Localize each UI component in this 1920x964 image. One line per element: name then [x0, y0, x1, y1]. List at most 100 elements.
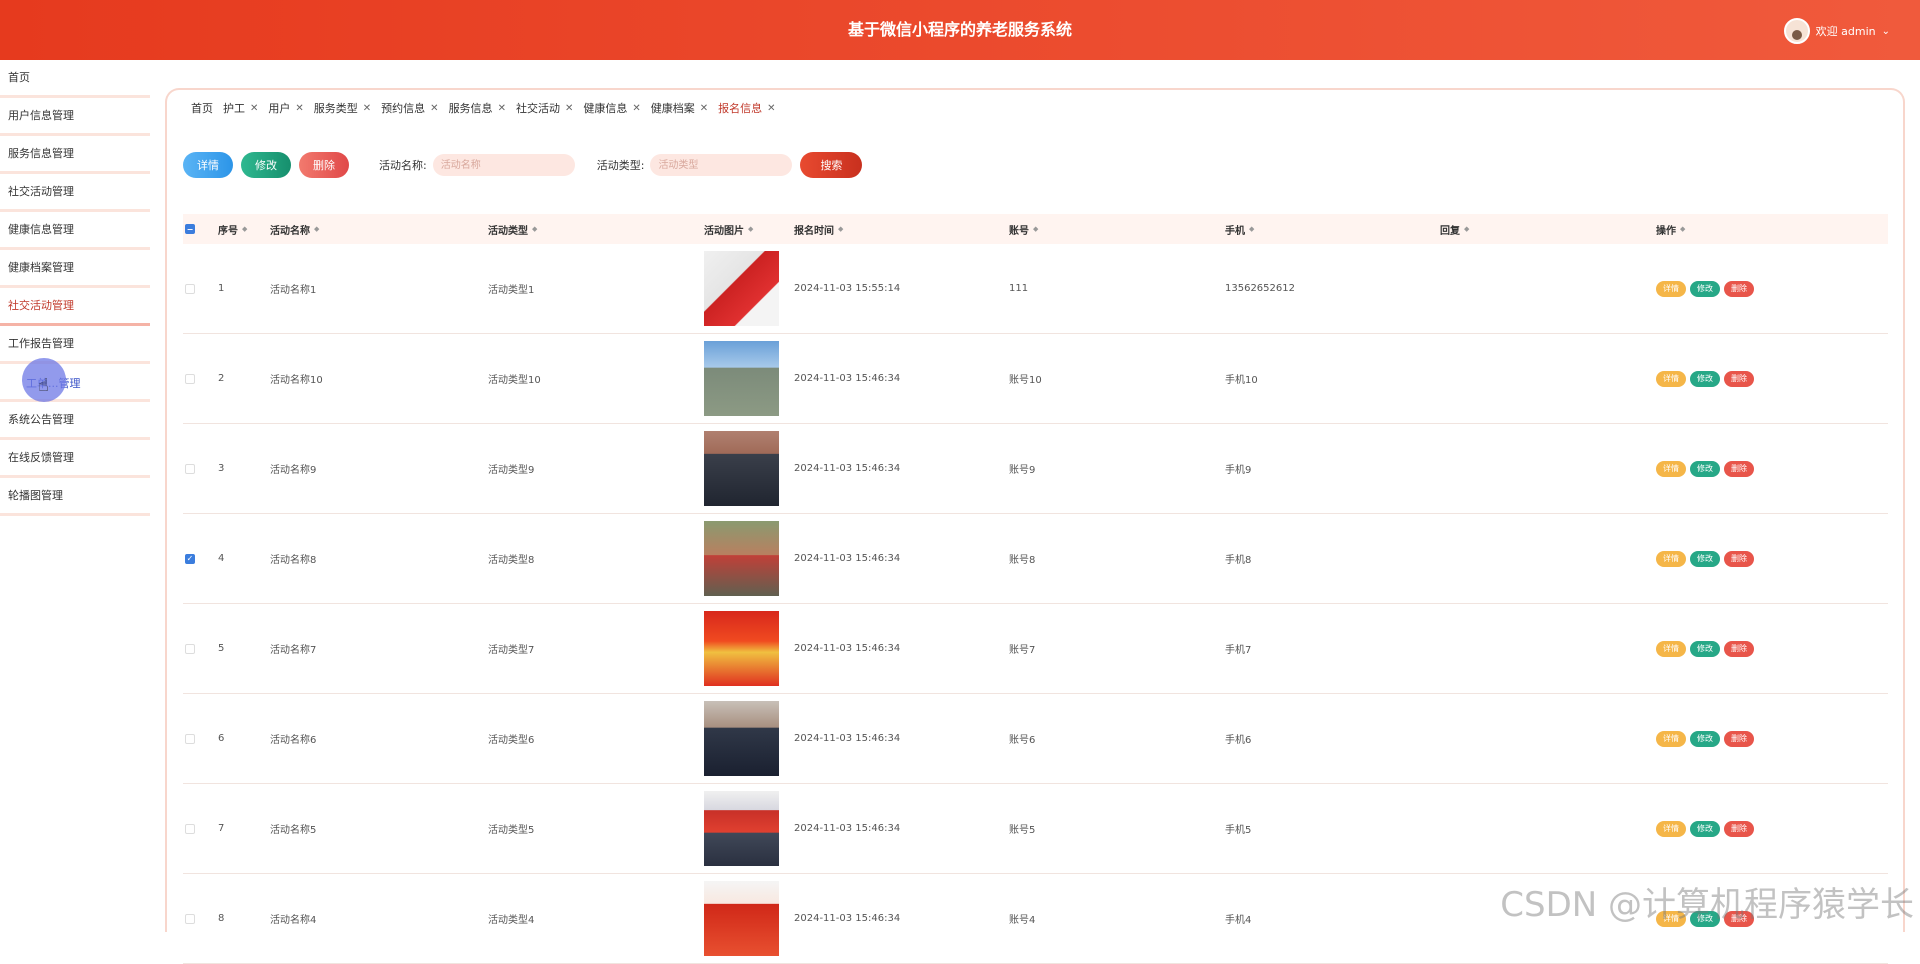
row-edit-button[interactable]: 修改: [1690, 551, 1720, 567]
row-detail-button[interactable]: 详情: [1656, 461, 1686, 477]
sidebar-item-health-info[interactable]: 健康信息管理: [0, 212, 150, 250]
col-header[interactable]: 手机◆: [1225, 222, 1440, 237]
sidebar-item-carousel[interactable]: 轮播图管理: [0, 478, 150, 516]
row-checkbox[interactable]: [185, 914, 195, 924]
tab-home[interactable]: 首页: [191, 100, 213, 116]
sort-icon[interactable]: ◆: [1249, 225, 1254, 233]
row-delete-button[interactable]: 删除: [1724, 821, 1754, 837]
sidebar-item-work-report[interactable]: 工作报告管理: [0, 326, 150, 364]
row-detail-button[interactable]: 详情: [1656, 821, 1686, 837]
col-header[interactable]: 操作◆: [1656, 222, 1856, 237]
sort-icon[interactable]: ◆: [748, 225, 753, 233]
detail-button[interactable]: 详情: [183, 152, 233, 178]
row-detail-button[interactable]: 详情: [1656, 281, 1686, 297]
row-checkbox[interactable]: ✓: [185, 554, 195, 564]
sort-icon[interactable]: ◆: [532, 225, 537, 233]
close-icon[interactable]: ✕: [632, 103, 640, 114]
row-checkbox[interactable]: [185, 284, 195, 294]
close-icon[interactable]: ✕: [498, 103, 506, 114]
row-detail-button[interactable]: 详情: [1656, 731, 1686, 747]
user-menu[interactable]: 欢迎 admin ⌄: [1784, 18, 1890, 44]
close-icon[interactable]: ✕: [295, 103, 303, 114]
search-button[interactable]: 搜索: [800, 152, 862, 178]
row-detail-button[interactable]: 详情: [1656, 641, 1686, 657]
activity-image[interactable]: [704, 431, 779, 506]
tab-social-activity[interactable]: 社交活动✕: [516, 100, 573, 116]
tab-health-record[interactable]: 健康档案✕: [651, 100, 708, 116]
sort-icon[interactable]: ◆: [1464, 225, 1469, 233]
row-edit-button[interactable]: 修改: [1690, 461, 1720, 477]
sort-icon[interactable]: ◆: [314, 225, 319, 233]
row-delete-button[interactable]: 删除: [1724, 731, 1754, 747]
row-edit-button[interactable]: 修改: [1690, 371, 1720, 387]
activity-image[interactable]: [704, 341, 779, 416]
tab-appointment[interactable]: 预约信息✕: [381, 100, 438, 116]
close-icon[interactable]: ✕: [767, 103, 775, 114]
row-delete-button[interactable]: 删除: [1724, 371, 1754, 387]
close-icon[interactable]: ✕: [363, 103, 371, 114]
chevron-down-icon[interactable]: ⌄: [1882, 26, 1890, 37]
sidebar-item-social-activity[interactable]: 社交活动管理: [0, 174, 150, 212]
row-checkbox[interactable]: [185, 824, 195, 834]
col-header[interactable]: 账号◆: [1009, 222, 1225, 237]
sidebar-item-announcement[interactable]: 系统公告管理: [0, 402, 150, 440]
row-checkbox[interactable]: [185, 734, 195, 744]
tab-service-type[interactable]: 服务类型✕: [314, 100, 371, 116]
activity-name-input[interactable]: [433, 154, 575, 176]
sidebar-item-feedback[interactable]: 在线反馈管理: [0, 440, 150, 478]
tab-health-info[interactable]: 健康信息✕: [583, 100, 640, 116]
table-row[interactable]: 2活动名称10活动类型102024-11-03 15:46:34账号10手机10…: [183, 334, 1888, 424]
sort-icon[interactable]: ◆: [242, 225, 247, 233]
table-row[interactable]: 1活动名称1活动类型12024-11-03 15:55:141111356265…: [183, 244, 1888, 334]
activity-image[interactable]: [704, 611, 779, 686]
row-checkbox[interactable]: [185, 374, 195, 384]
table-row[interactable]: 5活动名称7活动类型72024-11-03 15:46:34账号7手机7详情修改…: [183, 604, 1888, 694]
tab-service-info[interactable]: 服务信息✕: [449, 100, 506, 116]
tab-registration[interactable]: 报名信息✕: [718, 100, 775, 116]
activity-image[interactable]: [704, 251, 779, 326]
table-row[interactable]: 3活动名称9活动类型92024-11-03 15:46:34账号9手机9详情修改…: [183, 424, 1888, 514]
col-header[interactable]: 活动图片◆: [704, 222, 794, 237]
sidebar-item-user-info[interactable]: 用户信息管理: [0, 98, 150, 136]
row-detail-button[interactable]: 详情: [1656, 371, 1686, 387]
col-header[interactable]: 活动名称◆: [270, 222, 488, 237]
table-row[interactable]: 7活动名称5活动类型52024-11-03 15:46:34账号5手机5详情修改…: [183, 784, 1888, 874]
col-header[interactable]: 报名时间◆: [794, 222, 1009, 237]
row-edit-button[interactable]: 修改: [1690, 641, 1720, 657]
row-edit-button[interactable]: 修改: [1690, 281, 1720, 297]
activity-type-input[interactable]: [650, 154, 792, 176]
sidebar-item-work-order[interactable]: 工单...管理 ☝: [0, 364, 150, 402]
sort-icon[interactable]: ◆: [838, 225, 843, 233]
col-header[interactable]: 活动类型◆: [488, 222, 704, 237]
avatar[interactable]: [1784, 18, 1810, 44]
activity-image[interactable]: [704, 521, 779, 596]
close-icon[interactable]: ✕: [430, 103, 438, 114]
select-all-checkbox[interactable]: −: [185, 224, 195, 234]
edit-button[interactable]: 修改: [241, 152, 291, 178]
tab-user[interactable]: 用户✕: [268, 100, 303, 116]
table-row[interactable]: 6活动名称6活动类型62024-11-03 15:46:34账号6手机6详情修改…: [183, 694, 1888, 784]
row-edit-button[interactable]: 修改: [1690, 731, 1720, 747]
activity-image[interactable]: [704, 881, 779, 956]
delete-button[interactable]: 删除: [299, 152, 349, 178]
col-header[interactable]: 回复◆: [1440, 222, 1656, 237]
row-detail-button[interactable]: 详情: [1656, 551, 1686, 567]
row-delete-button[interactable]: 删除: [1724, 281, 1754, 297]
sidebar-item-service-info[interactable]: 服务信息管理: [0, 136, 150, 174]
activity-image[interactable]: [704, 701, 779, 776]
tab-caregiver[interactable]: 护工✕: [223, 100, 258, 116]
row-delete-button[interactable]: 删除: [1724, 551, 1754, 567]
row-delete-button[interactable]: 删除: [1724, 641, 1754, 657]
sort-icon[interactable]: ◆: [1680, 225, 1685, 233]
sidebar-item-home[interactable]: 首页: [0, 60, 150, 98]
close-icon[interactable]: ✕: [565, 103, 573, 114]
row-edit-button[interactable]: 修改: [1690, 821, 1720, 837]
activity-image[interactable]: [704, 791, 779, 866]
table-row[interactable]: ✓4活动名称8活动类型82024-11-03 15:46:34账号8手机8详情修…: [183, 514, 1888, 604]
row-checkbox[interactable]: [185, 464, 195, 474]
sidebar-item-social-activity-active[interactable]: 社交活动管理: [0, 288, 150, 326]
col-header[interactable]: 序号◆: [218, 222, 270, 237]
close-icon[interactable]: ✕: [700, 103, 708, 114]
sort-icon[interactable]: ◆: [1033, 225, 1038, 233]
row-delete-button[interactable]: 删除: [1724, 461, 1754, 477]
